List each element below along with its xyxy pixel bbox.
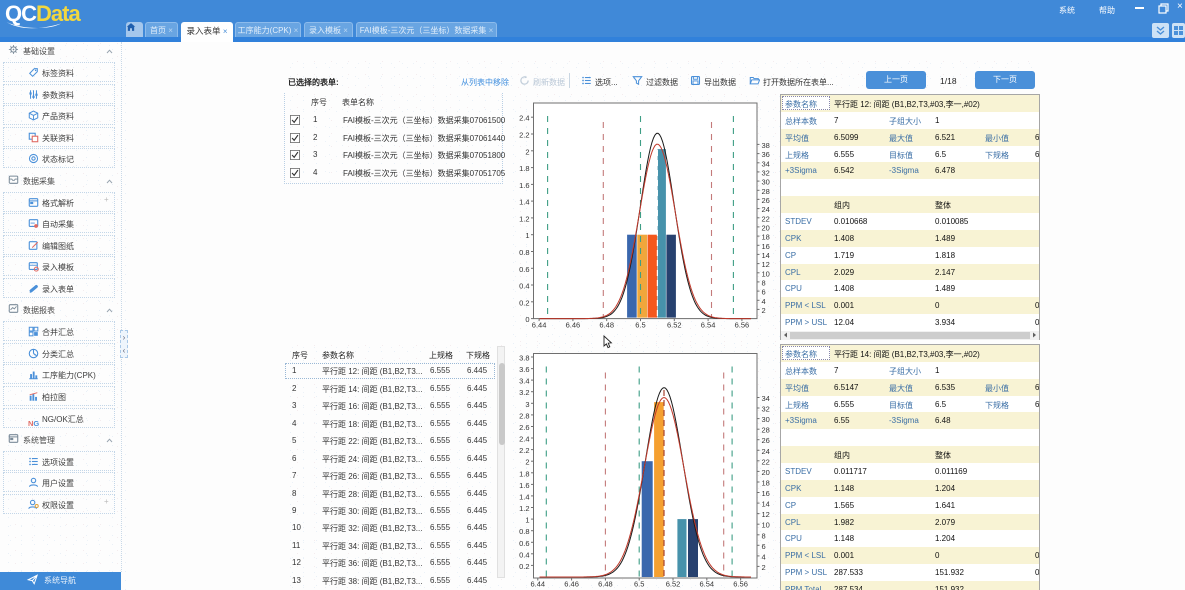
- svg-text:16: 16: [762, 489, 770, 498]
- svg-text:3.8: 3.8: [519, 354, 529, 363]
- svg-text:26: 26: [762, 436, 770, 445]
- svg-text:26: 26: [762, 196, 770, 205]
- svg-text:6: 6: [762, 542, 766, 551]
- svg-text:0.6: 0.6: [519, 539, 529, 548]
- svg-text:4: 4: [762, 297, 766, 306]
- svg-text:30: 30: [762, 178, 770, 187]
- svg-text:2.8: 2.8: [519, 411, 529, 420]
- svg-text:2.2: 2.2: [519, 446, 529, 455]
- svg-text:3.6: 3.6: [519, 365, 529, 374]
- svg-text:16: 16: [762, 242, 770, 251]
- svg-text:0.4: 0.4: [519, 550, 529, 559]
- svg-text:12: 12: [762, 510, 770, 519]
- svg-text:6.44: 6.44: [530, 580, 545, 589]
- svg-text:36: 36: [762, 150, 770, 159]
- svg-text:34: 34: [762, 159, 770, 168]
- svg-text:1.6: 1.6: [519, 481, 529, 490]
- svg-text:2.2: 2.2: [519, 131, 529, 140]
- svg-text:2.6: 2.6: [519, 423, 529, 432]
- svg-text:22: 22: [762, 457, 770, 466]
- svg-text:28: 28: [762, 426, 770, 435]
- svg-text:2: 2: [762, 306, 766, 315]
- svg-text:0.8: 0.8: [519, 248, 529, 257]
- svg-text:10: 10: [762, 269, 770, 278]
- svg-text:1.4: 1.4: [519, 198, 529, 207]
- svg-text:2: 2: [525, 147, 529, 156]
- svg-text:1.8: 1.8: [519, 469, 529, 478]
- svg-text:32: 32: [762, 405, 770, 414]
- svg-text:1: 1: [525, 231, 529, 240]
- svg-text:10: 10: [762, 521, 770, 530]
- svg-text:32: 32: [762, 168, 770, 177]
- svg-text:6.54: 6.54: [701, 321, 716, 330]
- svg-text:14: 14: [762, 251, 770, 260]
- svg-text:2: 2: [762, 563, 766, 572]
- svg-text:0.2: 0.2: [519, 298, 529, 307]
- svg-text:2: 2: [525, 458, 529, 467]
- svg-text:3.4: 3.4: [519, 377, 529, 386]
- svg-text:38: 38: [762, 141, 770, 150]
- svg-text:1.8: 1.8: [519, 164, 529, 173]
- svg-text:1.4: 1.4: [519, 492, 529, 501]
- svg-text:6.5: 6.5: [635, 321, 645, 330]
- svg-text:1.2: 1.2: [519, 214, 529, 223]
- svg-text:20: 20: [762, 223, 770, 232]
- svg-text:6.52: 6.52: [667, 321, 682, 330]
- svg-text:8: 8: [762, 531, 766, 540]
- svg-text:6.5: 6.5: [634, 580, 644, 589]
- svg-text:24: 24: [762, 205, 770, 214]
- svg-text:18: 18: [762, 233, 770, 242]
- svg-text:6.48: 6.48: [598, 580, 613, 589]
- svg-text:3: 3: [525, 400, 529, 409]
- svg-text:6: 6: [762, 288, 766, 297]
- svg-text:6.46: 6.46: [566, 321, 581, 330]
- svg-text:14: 14: [762, 500, 770, 509]
- svg-text:2.4: 2.4: [519, 114, 529, 123]
- svg-text:0.2: 0.2: [519, 562, 529, 571]
- svg-text:6.44: 6.44: [532, 321, 547, 330]
- svg-text:1.6: 1.6: [519, 181, 529, 190]
- svg-text:18: 18: [762, 479, 770, 488]
- svg-text:6.48: 6.48: [599, 321, 614, 330]
- svg-text:34: 34: [762, 394, 770, 403]
- svg-text:24: 24: [762, 447, 770, 456]
- svg-text:1.2: 1.2: [519, 504, 529, 513]
- svg-text:1: 1: [525, 516, 529, 525]
- svg-text:2.4: 2.4: [519, 435, 529, 444]
- svg-text:22: 22: [762, 214, 770, 223]
- svg-text:8: 8: [762, 278, 766, 287]
- svg-text:6.56: 6.56: [733, 580, 748, 589]
- svg-text:0: 0: [525, 315, 529, 324]
- svg-text:12: 12: [762, 260, 770, 269]
- svg-text:6.52: 6.52: [666, 580, 681, 589]
- svg-text:3.2: 3.2: [519, 388, 529, 397]
- svg-text:6.54: 6.54: [699, 580, 714, 589]
- svg-text:28: 28: [762, 187, 770, 196]
- svg-text:6.56: 6.56: [735, 321, 750, 330]
- svg-text:0.4: 0.4: [519, 282, 529, 291]
- svg-text:6.46: 6.46: [564, 580, 579, 589]
- svg-text:4: 4: [762, 552, 766, 561]
- svg-text:20: 20: [762, 468, 770, 477]
- svg-text:30: 30: [762, 415, 770, 424]
- svg-text:0.6: 0.6: [519, 265, 529, 274]
- svg-text:0.8: 0.8: [519, 527, 529, 536]
